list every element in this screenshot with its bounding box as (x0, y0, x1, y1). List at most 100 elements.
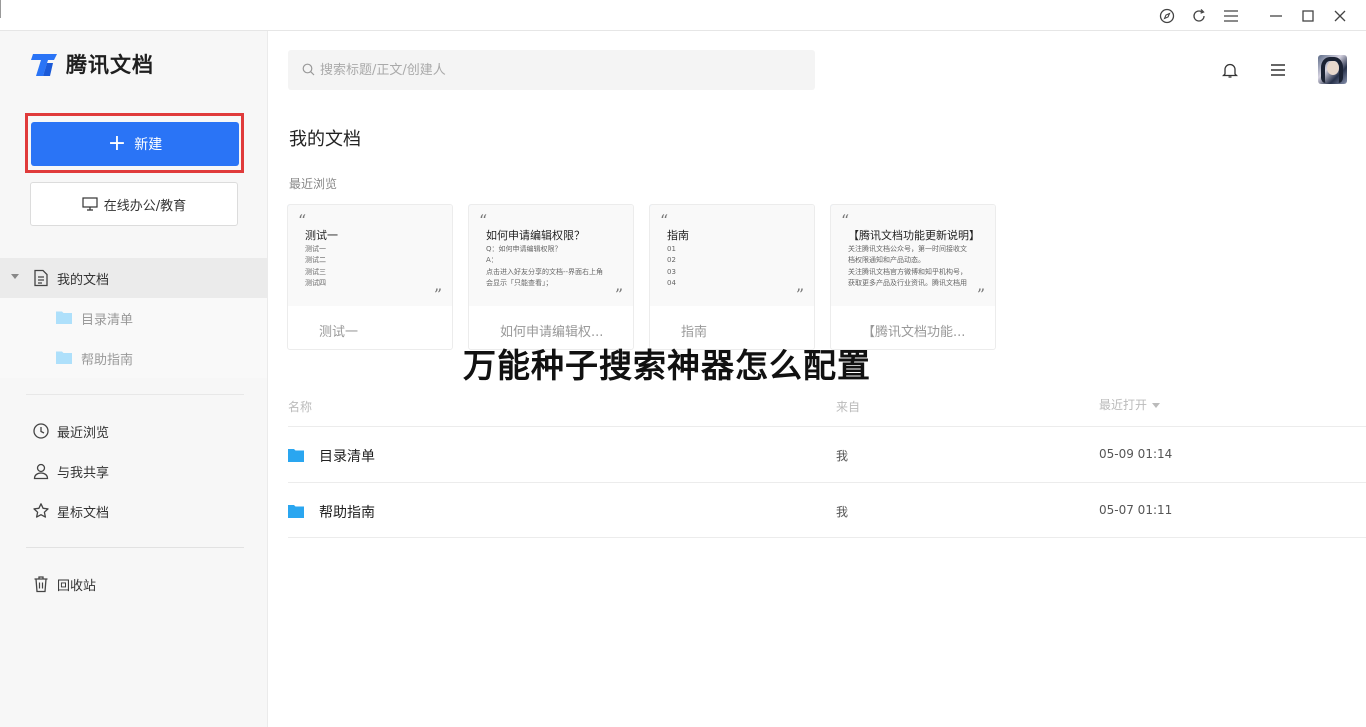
card-preview-text: 关注腾讯文档公众号，第一时间接收文 档权限通知和产品动态。 关注腾讯文档官方微博… (848, 244, 988, 290)
titlebar-edge (0, 0, 1, 18)
card-preview-line: 关注腾讯文档官方微博和知乎机构号， (848, 267, 967, 276)
sidebar-item-label: 我的文档 (57, 273, 110, 288)
card-preview: “ 指南 01 02 03 04 ” (650, 205, 814, 306)
recent-section-label: 最近浏览 (289, 177, 338, 191)
card-preview-line: 01 (667, 245, 676, 253)
card-preview-text: 01 02 03 04 (667, 244, 807, 290)
sidebar-item-trash[interactable]: 回收站 (0, 564, 267, 604)
row-source: 我 (836, 449, 849, 463)
star-icon (33, 503, 49, 518)
recent-doc-card[interactable]: “ 指南 01 02 03 04 ” 指南 (649, 204, 815, 350)
card-preview-line: 03 (667, 267, 676, 276)
minimize-icon[interactable] (1266, 6, 1286, 26)
row-time: 05-09 01:14 (1099, 447, 1173, 461)
table-row[interactable]: 帮助指南 我 05-07 01:11 (288, 483, 1366, 538)
clock-icon (33, 423, 49, 439)
page-title: 我的文档 (289, 129, 361, 150)
refresh-icon[interactable] (1189, 6, 1209, 26)
folder-icon (288, 449, 304, 462)
quote-close-icon: ” (976, 285, 985, 304)
collapse-caret-icon[interactable] (11, 274, 19, 279)
card-preview-text: Q：如何申请编辑权限？ A： 点击进入好友分享的文档--界面右上角 会显示「只能… (486, 244, 626, 290)
monitor-icon (82, 197, 98, 211)
card-file-name: 指南 (681, 325, 708, 340)
column-header-label: 最近打开 (1099, 398, 1148, 412)
quote-close-icon: ” (614, 285, 623, 304)
sidebar-folder-label: 目录清单 (81, 313, 134, 328)
card-preview: “ 【腾讯文档功能更新说明】 关注腾讯文档公众号，第一时间接收文 档权限通知和产… (831, 205, 995, 306)
column-header-source[interactable]: 来自 (836, 398, 860, 415)
sidebar-folder-item[interactable]: 帮助指南 (0, 338, 267, 378)
card-preview-text: 测试一 测试二 测试三 测试四 (305, 244, 445, 290)
search-input[interactable] (320, 60, 800, 80)
avatar[interactable] (1318, 55, 1347, 84)
sidebar-folder-item[interactable]: 目录清单 (0, 298, 267, 338)
row-source: 我 (836, 505, 849, 519)
card-preview-line: 02 (667, 256, 676, 265)
card-preview-line: 会显示「只能查看」； (486, 279, 553, 288)
menu-icon[interactable] (1221, 6, 1241, 26)
folder-icon (288, 505, 304, 518)
sidebar: 腾讯文档 + 新建 在线办公/教育 我的文档 目录清单 帮助指南 最近浏览 与我… (0, 31, 268, 727)
close-icon[interactable] (1330, 6, 1350, 26)
card-preview-line: A： (486, 256, 498, 265)
row-time: 05-07 01:11 (1099, 503, 1173, 517)
search-box[interactable] (288, 50, 815, 90)
sidebar-item-label: 星标文档 (57, 506, 110, 521)
sidebar-item-label: 与我共享 (57, 466, 110, 481)
card-file-name: 如何申请编辑权... (500, 325, 604, 340)
document-icon (34, 269, 48, 287)
new-button-highlight: + 新建 (25, 113, 244, 173)
column-header-label: 名称 (288, 400, 313, 414)
sidebar-item-label: 最近浏览 (57, 426, 110, 441)
trash-icon (34, 576, 48, 593)
plus-icon: + (107, 131, 127, 156)
sidebar-item-recent[interactable]: 最近浏览 (0, 411, 267, 451)
card-file-name: 测试一 (319, 325, 359, 340)
card-preview-line: 档权限通知和产品动态。 (848, 256, 925, 265)
search-icon (302, 63, 315, 76)
new-button[interactable]: + 新建 (31, 122, 239, 166)
folder-icon (56, 311, 72, 324)
card-preview-line: 测试四 (305, 279, 326, 288)
card-preview-line: 测试一 (305, 245, 326, 253)
sidebar-item-label: 回收站 (57, 579, 97, 594)
column-header-label: 来自 (836, 400, 861, 414)
column-header-last-opened[interactable]: 最近打开 (1099, 396, 1161, 413)
card-preview-title: 指南 (667, 229, 689, 242)
quote-close-icon: ” (433, 285, 442, 304)
card-preview-line: 测试二 (305, 256, 326, 265)
maximize-icon[interactable] (1298, 6, 1318, 26)
sidebar-folder-label: 帮助指南 (81, 353, 134, 368)
recent-doc-card[interactable]: “ 如何申请编辑权限？ Q：如何申请编辑权限？ A： 点击进入好友分享的文档--… (468, 204, 634, 350)
table-row[interactable]: 目录清单 我 05-09 01:14 (288, 427, 1366, 482)
sort-down-icon[interactable] (1152, 403, 1161, 408)
column-header-name[interactable]: 名称 (288, 398, 312, 415)
online-office-button[interactable]: 在线办公/教育 (30, 182, 238, 226)
hamburger-menu-icon[interactable] (1268, 60, 1288, 80)
app-logo-text: 腾讯文档 (66, 53, 154, 77)
new-button-label: 新建 (134, 137, 163, 153)
sidebar-item-my-docs[interactable]: 我的文档 (0, 258, 267, 298)
tencent-docs-logo-icon (31, 54, 57, 76)
card-preview-line: 测试三 (305, 267, 326, 276)
sidebar-item-starred[interactable]: 星标文档 (0, 491, 267, 531)
user-icon (33, 463, 49, 480)
recent-doc-card[interactable]: “ 测试一 测试一 测试二 测试三 测试四 ” 测试一 (287, 204, 453, 350)
bell-icon[interactable] (1220, 60, 1240, 80)
card-preview: “ 测试一 测试一 测试二 测试三 测试四 ” (288, 205, 452, 306)
app-logo[interactable]: 腾讯文档 (30, 49, 154, 79)
card-preview-title: 【腾讯文档功能更新说明】 (848, 229, 980, 242)
sidebar-item-shared[interactable]: 与我共享 (0, 451, 267, 491)
folder-icon (56, 351, 72, 364)
card-preview-line: 关注腾讯文档公众号，第一时间接收文 (848, 245, 967, 253)
avatar-face (1327, 61, 1339, 75)
recent-doc-card[interactable]: “ 【腾讯文档功能更新说明】 关注腾讯文档公众号，第一时间接收文 档权限通知和产… (830, 204, 996, 350)
card-preview-line: 获取更多产品及行业资讯。腾讯文档用 (848, 279, 967, 288)
compass-icon[interactable] (1157, 6, 1177, 26)
row-name: 目录清单 (319, 449, 375, 465)
sidebar-divider (26, 547, 244, 548)
card-preview-title: 如何申请编辑权限？ (486, 229, 585, 242)
quote-close-icon: ” (795, 285, 804, 304)
overlay-caption: 万能种子搜索神器怎么配置 (463, 346, 871, 385)
